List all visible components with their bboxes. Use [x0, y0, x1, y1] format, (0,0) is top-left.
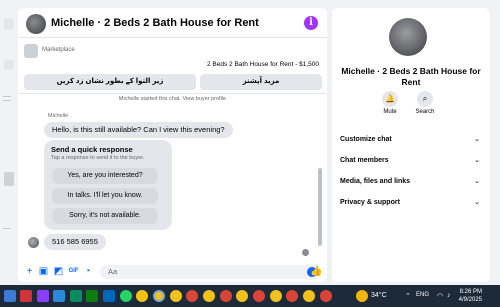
divider — [18, 93, 327, 94]
message-input-placeholder: Aa — [108, 267, 118, 276]
emoji-icon[interactable]: ◔ — [82, 266, 93, 277]
section-media-files-links[interactable]: Media, files and links ⌄ — [332, 175, 490, 191]
app-icon[interactable] — [70, 290, 82, 302]
clock[interactable]: 8:26 PM 4/9/2025 — [459, 288, 482, 304]
taskbar: 34°C ⌃ ENG ◠ ♪ 8:26 PM 4/9/2025 — [0, 285, 500, 307]
quick-reply-button[interactable]: Yes, are you interested? — [52, 168, 158, 184]
chrome-icon[interactable] — [253, 290, 265, 302]
start-icon[interactable] — [4, 290, 16, 302]
chrome-icon[interactable] — [303, 290, 315, 302]
section-privacy-support[interactable]: Privacy & support ⌄ — [332, 196, 490, 212]
mute-label: Mute — [383, 109, 397, 115]
temperature[interactable]: 34°C — [371, 292, 387, 299]
quick-response-subtitle: Tap a response to send it to the buyer. — [51, 155, 145, 161]
section-label: Media, files and links — [340, 178, 411, 185]
message-bubble[interactable]: 516 585 6955 — [44, 234, 106, 250]
message-bubble[interactable]: Hello, is this still available? Can I vi… — [44, 122, 233, 138]
marketplace-icon — [24, 44, 38, 58]
plus-icon[interactable]: + — [24, 266, 35, 277]
app-icon[interactable] — [53, 290, 65, 302]
whatsapp-icon[interactable] — [120, 290, 132, 302]
chrome-icon[interactable] — [220, 290, 232, 302]
scrollbar[interactable] — [318, 168, 322, 246]
divider — [3, 96, 11, 97]
quick-reply-button[interactable]: Sorry, it's not available. — [52, 208, 158, 224]
chevron-down-icon: ⌄ — [474, 199, 480, 206]
volume-icon[interactable]: ♪ — [447, 292, 451, 299]
chevron-down-icon: ⌄ — [474, 157, 480, 164]
chat-window: Michelle · 2 Beds 2 Bath House for Rent … — [18, 8, 327, 282]
chevron-up-icon[interactable]: ⌃ — [405, 292, 411, 300]
sidebar-widget[interactable] — [4, 60, 14, 70]
chrome-icon[interactable] — [236, 290, 248, 302]
app-icon[interactable] — [86, 290, 98, 302]
info-icon[interactable]: i — [304, 16, 318, 30]
search-icon: ⌕ — [417, 91, 433, 107]
chevron-down-icon: ⌄ — [474, 178, 480, 185]
seen-indicator-icon — [302, 249, 309, 256]
app-icon[interactable] — [20, 290, 32, 302]
chat-header: Michelle · 2 Beds 2 Bath House for Rent … — [18, 8, 327, 38]
sidebar-widget[interactable] — [4, 18, 14, 30]
chat-started-notice[interactable]: Michelle started this chat. View buyer p… — [18, 96, 327, 102]
clock-time: 8:26 PM — [459, 289, 482, 295]
message-input[interactable]: Aa — [100, 265, 320, 279]
section-chat-members[interactable]: Chat members ⌄ — [332, 154, 490, 170]
avatar — [28, 237, 39, 248]
chrome-icon[interactable] — [153, 290, 165, 302]
like-icon[interactable]: 👍 — [310, 266, 322, 277]
avatar[interactable] — [389, 18, 427, 56]
section-customize-chat[interactable]: Customize chat ⌄ — [332, 133, 490, 149]
quick-response-title: Send a quick response — [51, 145, 133, 154]
avatar[interactable] — [26, 14, 46, 34]
wifi-icon[interactable]: ◠ — [437, 292, 443, 300]
chrome-icon[interactable] — [186, 290, 198, 302]
gif-icon[interactable]: GIF — [68, 266, 79, 277]
sidebar-scroll-handle[interactable] — [4, 172, 14, 186]
mark-pending-button[interactable]: زیر التوا کے بطور نشان زد کریں — [24, 74, 196, 90]
listing-title-price[interactable]: 2 Beds 2 Bath House for Rent - $1,500 — [207, 61, 319, 68]
conversation-info-panel: Michelle · 2 Beds 2 Bath House for Rent … — [332, 8, 490, 282]
quick-response-card: Send a quick response Tap a response to … — [44, 140, 172, 230]
sender-name: Michelle — [48, 113, 69, 119]
section-label: Privacy & support — [340, 199, 400, 206]
search-button[interactable]: ⌕ Search — [405, 91, 445, 115]
bell-icon: 🔔 — [382, 91, 398, 107]
more-options-button[interactable]: مزید آپشنز — [200, 74, 322, 90]
search-label: Search — [415, 109, 435, 115]
weather-icon[interactable] — [356, 290, 368, 302]
section-label: Chat members — [340, 157, 389, 164]
sticker-icon[interactable]: ◩ — [53, 266, 64, 277]
divider — [3, 228, 11, 229]
mute-button[interactable]: 🔔 Mute — [370, 91, 410, 115]
quick-reply-button[interactable]: In talks. I'll let you know. — [52, 188, 158, 204]
chrome-icon[interactable] — [203, 290, 215, 302]
app-icon[interactable] — [37, 290, 49, 302]
panel-title: Michelle · 2 Beds 2 Bath House for Rent — [341, 66, 481, 87]
chrome-icon[interactable] — [170, 290, 182, 302]
divider — [3, 100, 11, 101]
photo-icon[interactable]: ▣ — [38, 266, 49, 277]
chrome-icon[interactable] — [136, 290, 148, 302]
chevron-down-icon: ⌄ — [474, 136, 480, 143]
chrome-icon[interactable] — [286, 290, 298, 302]
chat-title[interactable]: Michelle · 2 Beds 2 Bath House for Rent — [51, 17, 259, 29]
chrome-icon[interactable] — [270, 290, 282, 302]
chrome-icon[interactable] — [320, 290, 332, 302]
clock-date: 4/9/2025 — [458, 297, 482, 303]
left-sidebar-strip — [0, 0, 16, 285]
language-indicator[interactable]: ENG — [416, 292, 429, 298]
marketplace-label: Marketplace — [42, 47, 75, 53]
section-label: Customize chat — [340, 136, 392, 143]
app-icon[interactable] — [103, 290, 115, 302]
message-composer: + ▣ ◩ GIF ◔ Aa 👍 — [18, 262, 327, 282]
